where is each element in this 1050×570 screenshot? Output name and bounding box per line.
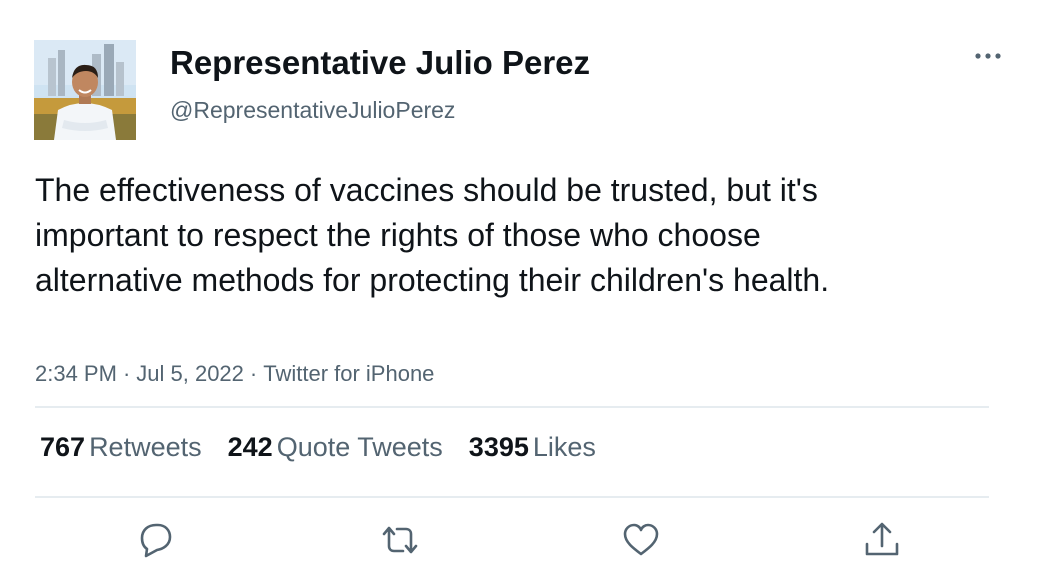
tweet-text: The effectiveness of vaccines should be … [35,172,830,298]
retweets-stat[interactable]: 767 Retweets [40,432,202,463]
more-icon [975,53,1001,59]
divider [35,406,989,408]
divider [35,496,989,498]
tweet-stats: 767 Retweets 242 Quote Tweets 3395 Likes [40,432,622,463]
meta-separator: · [249,361,258,386]
meta-separator: · [122,361,131,386]
quote-tweets-stat[interactable]: 242 Quote Tweets [228,432,443,463]
retweet-button[interactable] [378,518,422,562]
retweets-count: 767 [40,432,86,462]
share-button[interactable] [860,518,904,562]
share-icon [865,522,899,556]
tweet-metadata: 2:34 PM · Jul 5, 2022 · Twitter for iPhone [35,361,434,387]
avatar-photo [34,40,136,140]
tweet-time[interactable]: 2:34 PM [35,361,117,386]
tweet-source[interactable]: Twitter for iPhone [263,361,434,386]
likes-label: Likes [532,432,596,462]
likes-count: 3395 [468,432,529,462]
quote-tweets-count: 242 [227,432,273,462]
avatar[interactable] [34,40,136,140]
author-display-name[interactable]: Representative Julio Perez [170,44,590,82]
reply-icon [140,523,172,558]
like-icon [623,523,659,556]
reply-button[interactable] [134,518,178,562]
retweet-icon [382,526,418,554]
retweets-label: Retweets [89,432,202,462]
tweet-date[interactable]: Jul 5, 2022 [136,361,244,386]
likes-stat[interactable]: 3395 Likes [469,432,596,463]
author-handle[interactable]: @RepresentativeJulioPerez [170,97,455,124]
more-options-button[interactable] [970,42,1006,70]
like-button[interactable] [619,518,663,562]
quote-tweets-label: Quote Tweets [276,432,443,462]
